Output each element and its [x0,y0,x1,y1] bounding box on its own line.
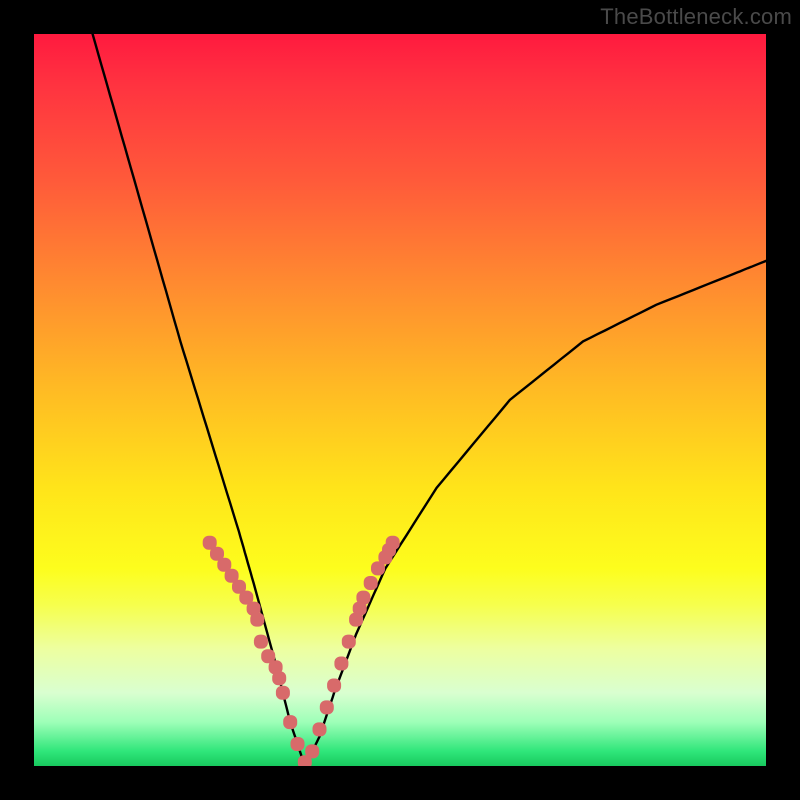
highlight-marker [313,722,327,736]
highlight-marker [291,737,305,751]
highlight-marker [334,657,348,671]
highlight-marker [320,700,334,714]
chart-frame: TheBottleneck.com [0,0,800,800]
bottleneck-curve-svg [34,34,766,766]
highlight-marker [327,679,341,693]
watermark-text: TheBottleneck.com [600,4,792,30]
highlight-marker [272,671,286,685]
bottleneck-curve-line [93,34,766,766]
highlight-marker [356,591,370,605]
highlight-marker [386,536,400,550]
highlight-marker [276,686,290,700]
highlight-markers [203,536,400,766]
highlight-marker [250,613,264,627]
highlight-marker [283,715,297,729]
highlight-marker [342,635,356,649]
highlight-marker [254,635,268,649]
plot-area [34,34,766,766]
highlight-marker [364,576,378,590]
highlight-marker [305,744,319,758]
